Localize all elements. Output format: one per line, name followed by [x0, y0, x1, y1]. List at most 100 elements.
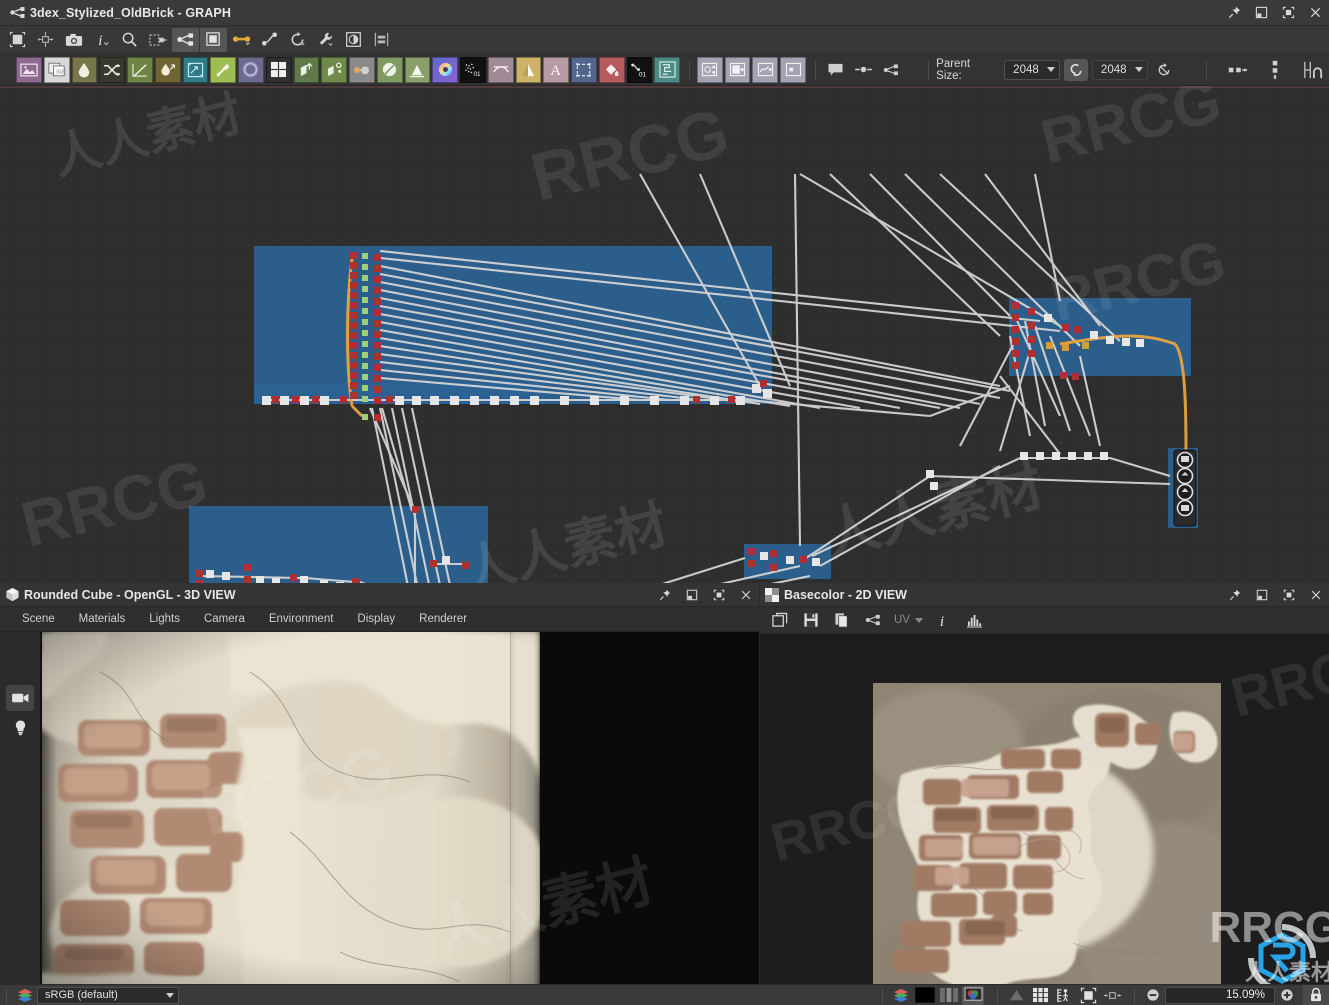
restore-icon[interactable] [1248, 0, 1275, 26]
menu-item-scene[interactable]: Scene [10, 607, 67, 632]
colorspace-select[interactable]: sRGB (default) [37, 986, 179, 1004]
floppy-save-icon[interactable] [797, 609, 825, 632]
levels-drop-icon[interactable] [154, 56, 181, 83]
parent-size-height-select[interactable]: 2048 [1091, 59, 1148, 80]
info-icon[interactable]: i [88, 28, 115, 52]
fx-01-icon[interactable]: 01 [626, 56, 653, 83]
transform-2d-icon[interactable] [182, 56, 209, 83]
single-tile-icon[interactable] [1005, 986, 1027, 1005]
plus-circle-icon[interactable] [1276, 986, 1298, 1005]
out-node-b-icon[interactable] [724, 56, 751, 83]
duplicate-view-icon[interactable] [766, 609, 794, 632]
copy-pages-icon[interactable] [828, 609, 856, 632]
bulb-icon[interactable] [6, 714, 34, 740]
preview-square-icon[interactable] [340, 28, 367, 52]
svg-icon[interactable]: SVG [43, 56, 70, 83]
select-rect-icon[interactable] [4, 28, 31, 52]
minus-circle-icon[interactable] [1142, 986, 1164, 1005]
camera-video-icon[interactable] [6, 685, 34, 711]
parent-size-width-select[interactable]: 2048 [1004, 59, 1061, 80]
reset-circle-icon[interactable] [1152, 59, 1176, 81]
move-arrows-icon[interactable] [32, 28, 59, 52]
link-elbow-icon[interactable] [256, 28, 283, 52]
noise-01-icon[interactable]: 01 [460, 56, 486, 83]
link-dumbbell-icon[interactable] [228, 28, 255, 52]
color-wheel-icon[interactable] [432, 56, 458, 83]
substance-graph-canvas[interactable]: RRCG RRCG RRCG RRCG 人人素材 人人素材 人人素材 [0, 86, 1329, 583]
lock-icon[interactable] [1303, 984, 1329, 1005]
menu-item-lights[interactable]: Lights [137, 607, 192, 632]
pin-icon[interactable] [651, 582, 678, 608]
warp-curve-icon[interactable] [487, 56, 514, 83]
black-swatch[interactable] [914, 986, 936, 1005]
out-node-a-icon[interactable] [696, 56, 723, 83]
uv-selector[interactable]: UV [890, 609, 927, 632]
pin-icon[interactable] [1221, 582, 1248, 608]
maze-pattern-icon[interactable] [654, 56, 680, 83]
pin-dot-icon[interactable] [851, 57, 877, 83]
splatter-icon[interactable] [321, 56, 347, 83]
refresh-circle-icon[interactable] [284, 28, 311, 52]
pan-arrows-icon[interactable] [1101, 986, 1123, 1005]
display-rgb-icon[interactable] [962, 985, 984, 1005]
shuffle-icon[interactable] [99, 56, 125, 83]
out-node-d-icon[interactable] [780, 56, 806, 83]
basecolor-texture-preview[interactable] [873, 683, 1221, 1005]
cone-height-icon[interactable] [404, 56, 431, 83]
close-icon[interactable] [1302, 0, 1329, 26]
menu-item-materials[interactable]: Materials [67, 607, 138, 632]
close-icon[interactable] [732, 582, 759, 608]
node-link-icon[interactable] [859, 609, 887, 632]
shape-extrude-icon[interactable] [293, 56, 320, 83]
ruler-person-icon[interactable] [1053, 986, 1075, 1005]
pin-icon[interactable] [1221, 0, 1248, 26]
info-icon[interactable]: i [930, 609, 958, 632]
magnifier-icon[interactable] [116, 28, 143, 52]
gradient-wand-icon[interactable] [210, 56, 236, 83]
panel-2d-body[interactable]: 2048 x 2048 (RGBA, 16bpc) RRCG 人人素材 RRCG… [760, 628, 1329, 1005]
blur-circle-icon[interactable] [238, 56, 264, 83]
light-sphere-icon[interactable] [349, 56, 375, 83]
curve-graph-icon[interactable] [127, 56, 153, 83]
comment-bubble-icon[interactable] [823, 57, 849, 83]
bitmap-icon[interactable] [16, 56, 42, 83]
3d-viewport[interactable]: RRCG 人人素材 [40, 632, 759, 1005]
histogram-icon[interactable] [961, 609, 989, 632]
menu-item-environment[interactable]: Environment [257, 607, 346, 632]
align-v-icon[interactable] [1263, 59, 1287, 81]
align-h-icon[interactable] [1226, 59, 1250, 81]
restore-icon[interactable] [678, 582, 705, 608]
camera-icon[interactable] [60, 28, 87, 52]
color-layers-icon[interactable] [14, 986, 36, 1005]
chain-link-icon[interactable] [1064, 58, 1088, 81]
color-layers-icon-2d[interactable] [890, 986, 912, 1005]
blend-drop-icon[interactable] [71, 56, 98, 83]
layers-stack-icon[interactable] [200, 27, 227, 52]
menu-item-renderer[interactable]: Renderer [407, 607, 479, 632]
maximize-icon[interactable] [1275, 582, 1302, 608]
paint-bucket-icon[interactable] [598, 56, 625, 83]
align-icon[interactable] [368, 28, 395, 52]
graph-node-icon[interactable] [172, 27, 199, 52]
snap-grid-icon[interactable] [1301, 59, 1325, 81]
nav-pin-icon[interactable] [878, 57, 904, 83]
channels-swatch[interactable] [938, 986, 960, 1005]
out-node-c-icon[interactable] [752, 56, 779, 83]
maximize-icon[interactable] [1275, 0, 1302, 26]
maximize-icon[interactable] [705, 582, 732, 608]
text-a-icon[interactable]: A [543, 56, 569, 83]
fit-frame-icon[interactable] [1077, 986, 1099, 1005]
zoom-level-field[interactable]: 15.09% [1165, 986, 1275, 1004]
triangle-gradient-icon[interactable] [515, 56, 542, 83]
menu-item-display[interactable]: Display [345, 607, 407, 632]
frame-nodes-icon[interactable] [144, 28, 171, 52]
marquee-icon[interactable] [571, 56, 597, 83]
restore-icon[interactable] [1248, 582, 1275, 608]
sphere-slice-icon[interactable] [376, 56, 403, 83]
close-icon[interactable] [1302, 582, 1329, 608]
checker-square-icon [760, 587, 784, 602]
wrench-icon[interactable] [312, 28, 339, 52]
grid-tile-icon[interactable] [1029, 986, 1051, 1005]
menu-item-camera[interactable]: Camera [192, 607, 257, 632]
tile-grid-icon[interactable] [265, 56, 292, 83]
